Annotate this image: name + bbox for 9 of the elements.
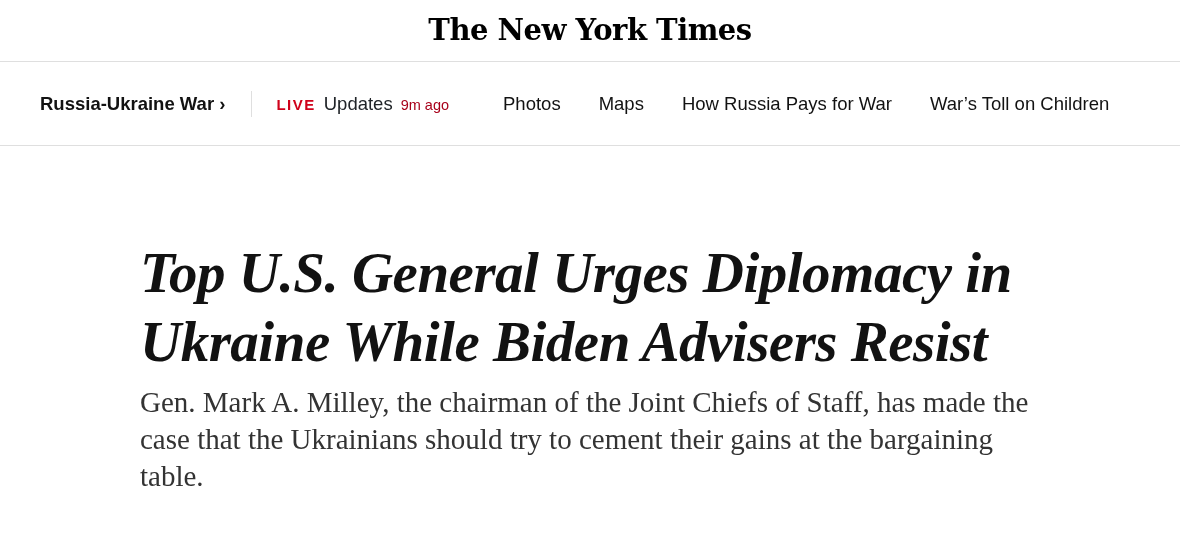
live-updates-link[interactable]: LIVE Updates 9m ago <box>276 89 450 118</box>
nav-link[interactable]: Maps <box>598 89 644 118</box>
nav-link[interactable]: Photos <box>503 89 561 118</box>
summary: Gen. Mark A. Milley, the chairman of the Joint Chiefs of Staff, has made the case that the Ukrainians should try to cement their gains at the bargaining table. <box>140 385 1030 494</box>
nav-link[interactable]: War’s Toll on Children <box>929 89 1110 118</box>
logo[interactable]: The New York Times <box>428 8 752 53</box>
section-link[interactable]: Russia-Ukraine War › <box>40 89 226 118</box>
headline: Top U.S. General Urges Diplomacy in Ukraine While Biden Advisers Resist <box>140 240 1013 375</box>
nav-link[interactable]: How Russia Pays for War <box>681 89 892 118</box>
